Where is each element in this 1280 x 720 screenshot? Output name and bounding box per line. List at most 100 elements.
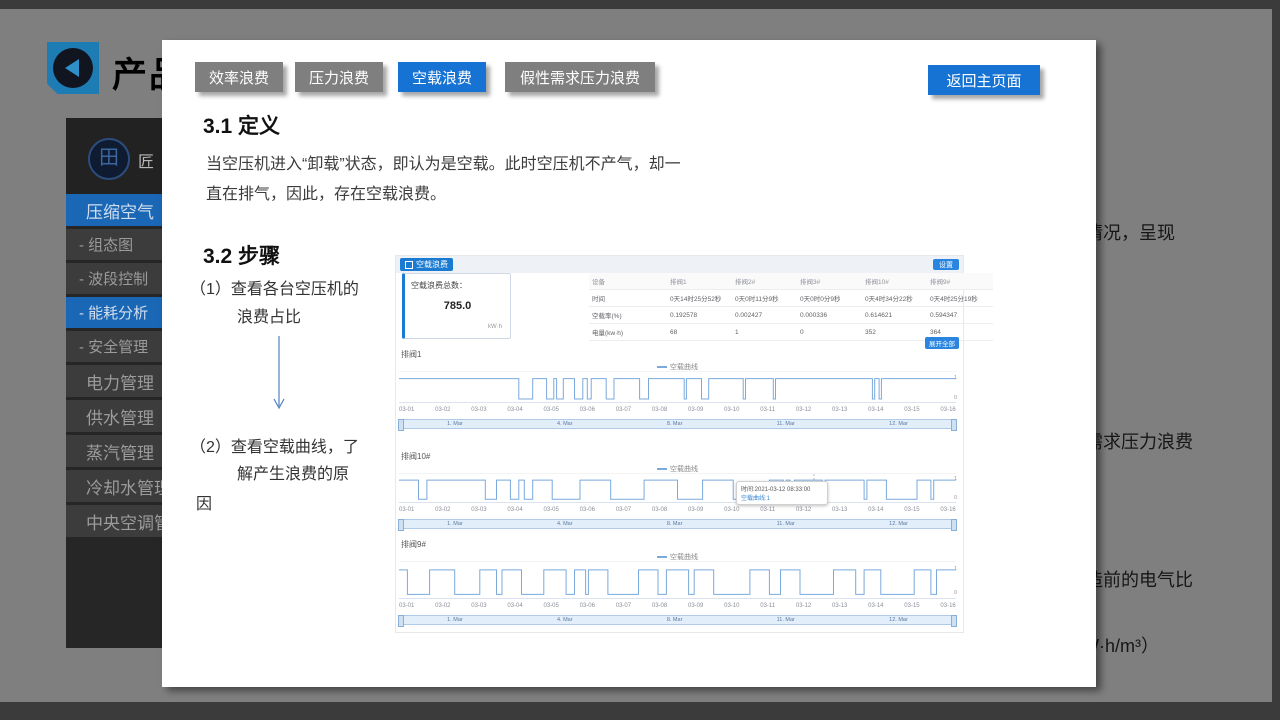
x-axis-tick: 03-14	[868, 603, 883, 609]
tab-2[interactable]: 压力浪费	[295, 62, 383, 92]
expand-all-button[interactable]: 展开全部	[925, 337, 959, 349]
sidebar-item-7[interactable]: 供水管理	[66, 400, 174, 432]
x-axis-tick: 03-09	[688, 407, 703, 413]
slider-label: 4. Mar	[557, 617, 573, 623]
slider-label: 8. Mar	[667, 521, 683, 527]
steps-heading: 3.2 步骤	[203, 240, 280, 270]
settings-button[interactable]: 设置	[933, 259, 959, 270]
x-axis-tick: 03-03	[471, 603, 486, 609]
x-axis-tick: 03-13	[832, 407, 847, 413]
x-axis-tick: 03-05	[544, 603, 559, 609]
sidebar-item-10[interactable]: 中央空调管理	[66, 505, 174, 537]
table-cell: 0天4时25分19秒	[927, 290, 993, 307]
x-axis-tick: 03-15	[904, 603, 919, 609]
x-axis-tick: 03-02	[435, 407, 450, 413]
chart-plot[interactable]	[399, 371, 956, 403]
chart-title: 排阀9#	[401, 539, 426, 550]
tab-1[interactable]: 效率浪费	[195, 62, 283, 92]
sidebar-item-5[interactable]: - 安全管理	[66, 331, 174, 362]
app-logo	[47, 42, 99, 94]
slider-label: 12. Mar	[889, 617, 908, 623]
slider-label: 12. Mar	[889, 421, 908, 427]
definition-line1: 当空压机进入“卸载”状态，即认为是空载。此时空压机不产气，却一	[206, 150, 681, 180]
x-axis-tick: 03-06	[580, 407, 595, 413]
y-axis-tick-max: 1	[954, 566, 957, 572]
slider-label: 1. Mar	[447, 421, 463, 427]
table-col-header: 排阀1	[667, 273, 732, 290]
x-axis-tick: 03-11	[760, 603, 775, 609]
y-axis-tick-min: 0	[954, 395, 957, 401]
x-axis-tick: 03-15	[904, 407, 919, 413]
table-cell: 68	[667, 324, 732, 341]
sidebar-item-8[interactable]: 蒸汽管理	[66, 435, 174, 467]
sidebar-item-2[interactable]: - 组态图	[66, 229, 174, 260]
legend-label[interactable]: 空载曲线	[670, 554, 698, 561]
step1-line2: 浪费占比	[237, 303, 301, 327]
y-axis-tick-max: 1	[954, 375, 957, 381]
chart-tooltip: 时间:2021-03-12 08:33:00空载曲线:1	[736, 481, 828, 505]
legend-label[interactable]: 空载曲线	[670, 466, 698, 473]
x-axis-tick: 03-06	[580, 507, 595, 513]
x-axis-tick: 03-05	[544, 407, 559, 413]
table-col-header: 排阀10#	[862, 273, 927, 290]
sidebar-item-3[interactable]: - 波段控制	[66, 263, 174, 294]
x-axis-tick: 03-02	[435, 507, 450, 513]
x-axis-tick: 03-01	[399, 603, 414, 609]
x-axis-tick: 03-10	[724, 407, 739, 413]
frame-top-bar	[0, 0, 1280, 9]
slider-label: 4. Mar	[557, 521, 573, 527]
x-axis-tick: 03-15	[904, 507, 919, 513]
x-axis-ticks: 03-0103-0203-0303-0403-0503-0603-0703-08…	[399, 603, 956, 609]
table-row: 时间0天14时25分52秒0天0时11分9秒0天0时0分9秒0天4时34分22秒…	[589, 290, 993, 307]
table-cell: 0天0时11分9秒	[732, 290, 797, 307]
chart-section-1: 排阀1空载曲线1003-0103-0203-0303-0403-0503-060…	[399, 349, 956, 441]
y-axis-tick-min: 0	[954, 495, 957, 501]
x-axis-tick: 03-09	[688, 603, 703, 609]
datazoom-slider[interactable]: 1. Mar4. Mar8. Mar11. Mar12. Mar	[399, 419, 956, 429]
step2-line1: （2）查看空载曲线，了	[190, 433, 359, 457]
tab-3[interactable]: 空载浪费	[398, 62, 486, 92]
x-axis-tick: 03-12	[796, 603, 811, 609]
sidebar-item-6[interactable]: 电力管理	[66, 365, 174, 397]
device-table: 设备排阀1排阀2#排阀3#排阀10#排阀9#时间0天14时25分52秒0天0时1…	[589, 273, 993, 341]
table-cell: 空载率(%)	[589, 307, 667, 324]
load-curve-svg	[399, 474, 956, 502]
legend-label[interactable]: 空载曲线	[670, 364, 698, 371]
x-axis-tick: 03-16	[940, 407, 955, 413]
table-cell: 0.002427	[732, 307, 797, 324]
x-axis-tick: 03-08	[652, 407, 667, 413]
datazoom-slider[interactable]: 1. Mar4. Mar8. Mar11. Mar12. Mar	[399, 615, 956, 625]
table-col-header: 排阀3#	[797, 273, 862, 290]
slider-label: 1. Mar	[447, 617, 463, 623]
sidebar-item-4[interactable]: - 能耗分析	[66, 297, 174, 328]
chart-plot[interactable]	[399, 561, 956, 599]
slider-label: 11. Mar	[777, 521, 795, 527]
x-axis-tick: 03-12	[796, 407, 811, 413]
x-axis-tick: 03-14	[868, 407, 883, 413]
bg-text-fragment-1: 情况，呈现	[1085, 219, 1175, 245]
x-axis-tick: 03-10	[724, 603, 739, 609]
y-axis-tick-max: 1	[954, 476, 957, 482]
x-axis-tick: 03-13	[832, 603, 847, 609]
table-cell: 时间	[589, 290, 667, 307]
table-cell: 1	[732, 324, 797, 341]
return-home-button[interactable]: 返回主页面	[928, 65, 1040, 95]
sidebar-brand: 田 匠	[66, 118, 174, 194]
tab-4[interactable]: 假性需求压力浪费	[505, 62, 655, 92]
definition-body: 当空压机进入“卸载”状态，即认为是空载。此时空压机不产气，却一 直在排气，因此，…	[206, 150, 681, 210]
tooltip-time: 时间:2021-03-12 08:33:00	[741, 484, 823, 493]
x-axis-tick: 03-11	[760, 507, 775, 513]
dashboard-screenshot: 空载浪费 设置 空载浪费总数： 785.0 kW·h 设备排阀1排阀2#排阀3#…	[395, 255, 964, 633]
x-axis-ticks: 03-0103-0203-0303-0403-0503-0603-0703-08…	[399, 507, 956, 513]
summary-card: 空载浪费总数： 785.0 kW·h	[402, 273, 511, 339]
sidebar-item-1[interactable]: 压缩空气	[66, 194, 174, 226]
x-axis-tick: 03-14	[868, 507, 883, 513]
load-curve-svg	[399, 372, 956, 402]
definition-line2: 直在排气，因此，存在空载浪费。	[206, 180, 681, 210]
datazoom-slider[interactable]: 1. Mar4. Mar8. Mar11. Mar12. Mar	[399, 519, 956, 529]
chart-plot[interactable]	[399, 473, 956, 503]
sidebar-item-9[interactable]: 冷却水管理	[66, 470, 174, 502]
x-axis-tick: 03-08	[652, 507, 667, 513]
x-axis-ticks: 03-0103-0203-0303-0403-0503-0603-0703-08…	[399, 407, 956, 413]
legend-line-icon	[657, 468, 667, 470]
